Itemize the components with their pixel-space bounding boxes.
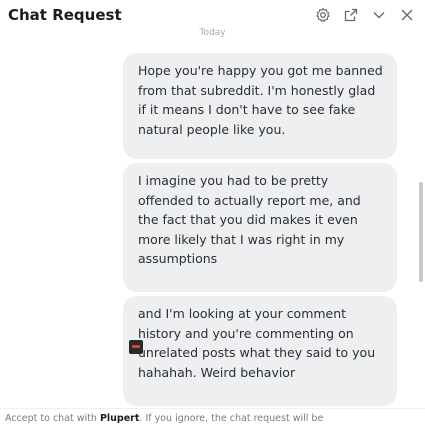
notice-suffix: . If you ignore, the chat request will b… (139, 413, 324, 424)
message-bubble: Hope you're happy you got me banned from… (123, 53, 397, 159)
day-divider: Today (199, 28, 226, 38)
popout-icon[interactable] (341, 5, 361, 25)
gear-icon[interactable] (313, 5, 333, 25)
avatar[interactable] (129, 340, 143, 354)
message-bubble: I imagine you had to be pretty offended … (123, 163, 397, 292)
close-icon[interactable] (397, 5, 417, 25)
message-bubble: and I'm looking at your comment history … (123, 296, 397, 406)
header-actions (313, 5, 417, 25)
chat-request-notice: Accept to chat with Plupert. If you igno… (5, 413, 323, 424)
requester-username[interactable]: Plupert (100, 413, 139, 424)
scrollbar[interactable] (419, 182, 423, 282)
notice-prefix: Accept to chat with (5, 413, 100, 424)
chat-title: Chat Request (8, 6, 122, 24)
chevron-down-icon[interactable] (369, 5, 389, 25)
chat-request-footer: Accept to chat with Plupert. If you igno… (0, 408, 425, 429)
